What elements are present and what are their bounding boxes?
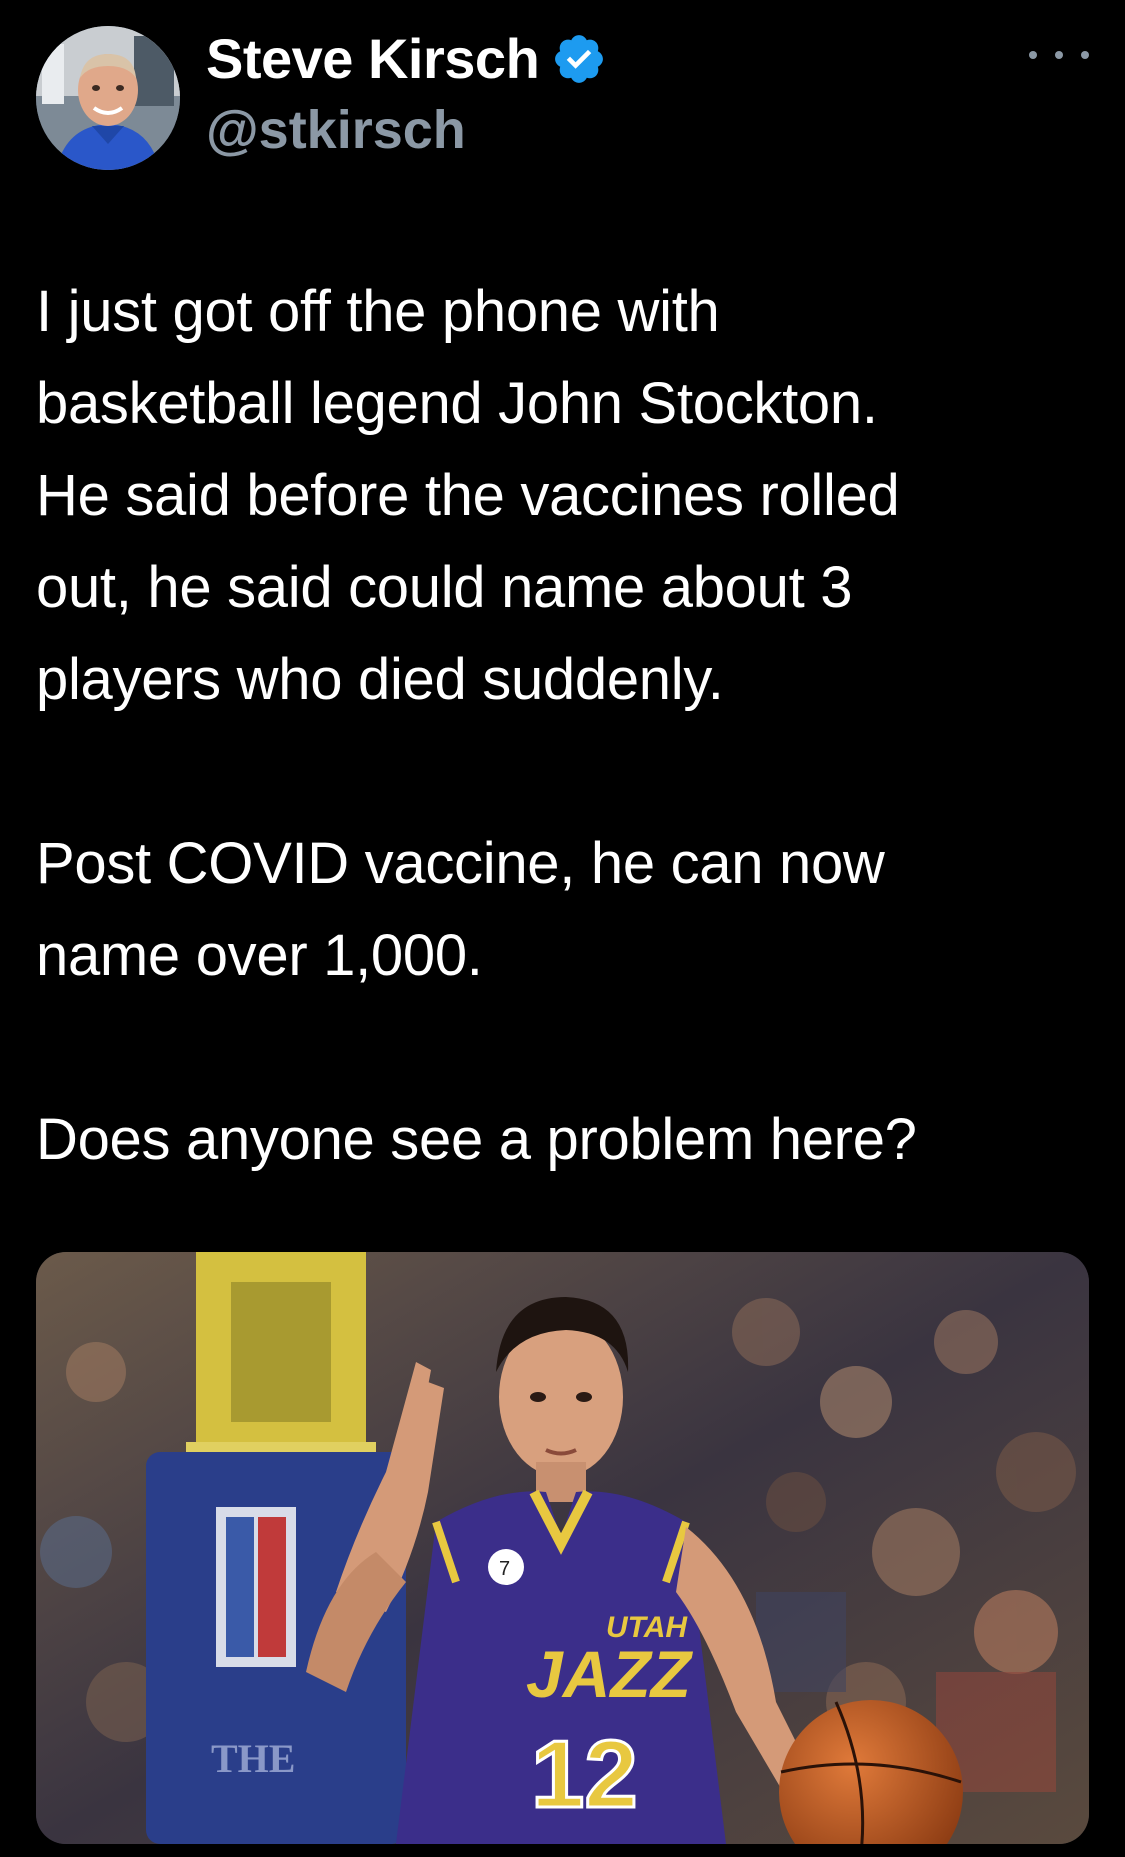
stanchion-text: THE	[211, 1736, 295, 1781]
tweet-paragraph: Does anyone see a problem here?	[36, 1094, 1086, 1186]
verified-badge-icon[interactable]	[551, 31, 607, 87]
tweet-text-line: basketball legend John Stockton.	[36, 371, 878, 436]
tweet-text: I just got off the phone with basketball…	[36, 266, 1086, 1186]
author-block[interactable]: Steve Kirsch @stkirsch	[206, 22, 607, 172]
tweet-text-line: He said before the vaccines rolled	[36, 463, 900, 528]
tweet-text-line: players who died suddenly.	[36, 647, 724, 712]
tweet-text-line: Post COVID vaccine, he can now	[36, 831, 885, 896]
author-name-row: Steve Kirsch	[206, 22, 607, 96]
author-display-name[interactable]: Steve Kirsch	[206, 22, 540, 96]
tweet-media-photo[interactable]: THE 7 UTAH JAZZ 12	[36, 1252, 1089, 1844]
more-dot	[1029, 51, 1037, 59]
tweet[interactable]: Steve Kirsch @stkirsch I just got off th…	[0, 0, 1125, 1857]
more-dot	[1081, 51, 1089, 59]
author-handle[interactable]: @stkirsch	[206, 98, 607, 162]
tweet-header: Steve Kirsch @stkirsch	[36, 22, 1089, 172]
tweet-text-line: I just got off the phone with	[36, 279, 720, 344]
jersey-number-text: 12	[531, 1721, 638, 1828]
tweet-text-line: out, he said could name about 3	[36, 555, 853, 620]
svg-text:7: 7	[499, 1558, 510, 1580]
avatar[interactable]	[36, 26, 180, 170]
tweet-text-line: Does anyone see a problem here?	[36, 1107, 917, 1172]
more-dot	[1055, 51, 1063, 59]
more-options-icon[interactable]	[1029, 40, 1089, 70]
basketball-player-photo: THE 7 UTAH JAZZ 12	[36, 1252, 1089, 1844]
tweet-paragraph: I just got off the phone with basketball…	[36, 266, 1086, 726]
tweet-text-line: name over 1,000.	[36, 923, 483, 988]
tweet-paragraph: Post COVID vaccine, he can now name over…	[36, 818, 1086, 1002]
jersey-logo-text: JAZZ	[526, 1637, 694, 1711]
avatar-image	[36, 26, 180, 170]
